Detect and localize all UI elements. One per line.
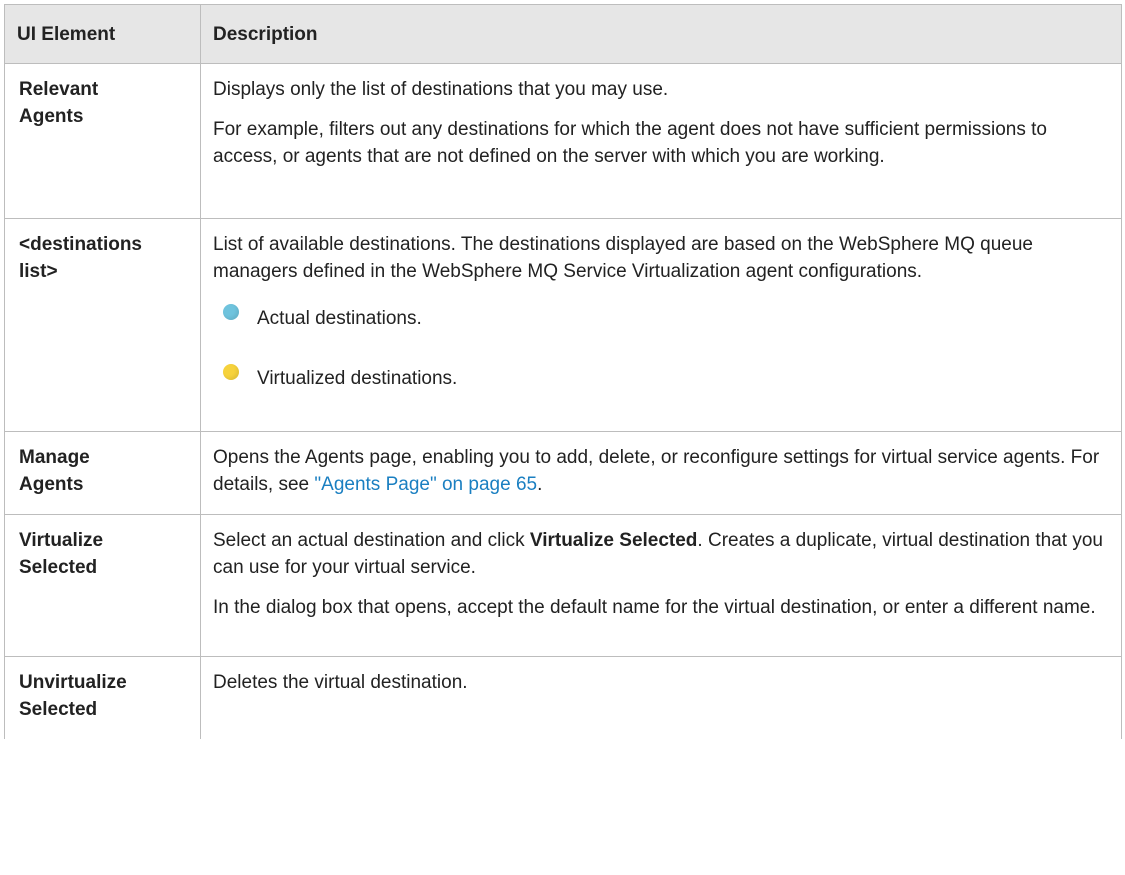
header-ui-element: UI Element [4, 4, 201, 64]
description-text-bold: Virtualize Selected [529, 530, 698, 551]
table-row: <destinations list> List of available de… [4, 218, 1122, 432]
element-name-line: list> [19, 261, 58, 282]
table-row: Manage Agents Opens the Agents page, ena… [4, 431, 1122, 515]
table-row: Unvirtualize Selected Deletes the virtua… [4, 656, 1122, 739]
description-text: Deletes the virtual destination. [213, 672, 468, 693]
element-name-line: Unvirtualize [19, 672, 127, 693]
legend-actual-label: Actual destinations. [257, 307, 422, 329]
description-cell: Select an actual destination and click V… [200, 514, 1122, 657]
yellow-circle-icon [223, 364, 239, 380]
element-name-line: Agents [19, 474, 84, 495]
description-text: List of available destinations. The dest… [213, 234, 1033, 282]
description-cell: List of available destinations. The dest… [200, 218, 1122, 432]
description-text: In the dialog box that opens, accept the… [213, 597, 1096, 618]
description-cell: Deletes the virtual destination. [200, 656, 1122, 739]
table-row: Relevant Agents Displays only the list o… [4, 63, 1122, 219]
element-cell-manage-agents: Manage Agents [4, 431, 201, 515]
description-text: Opens the Agents page, enabling you to a… [213, 444, 1113, 498]
legend-virtual: Virtualized destinations. [223, 363, 1113, 393]
blue-circle-icon [223, 304, 239, 320]
element-name-line: Manage [19, 447, 90, 468]
description-text: For example, filters out any destination… [213, 119, 1047, 167]
description-text-part: Select an actual destination and click [213, 530, 530, 551]
legend-actual: Actual destinations. [223, 303, 1113, 333]
description-text: Displays only the list of destinations t… [213, 79, 669, 100]
table-header-row: UI Element Description [4, 4, 1122, 64]
description-text-part: . [537, 474, 543, 495]
element-name-line: <destinations [19, 234, 142, 255]
element-name-line: Selected [19, 699, 98, 720]
description-cell: Displays only the list of destinations t… [200, 63, 1122, 219]
element-cell-unvirtualize-selected: Unvirtualize Selected [4, 656, 201, 739]
element-name-line: Selected [19, 557, 98, 578]
element-cell-relevant-agents: Relevant Agents [4, 63, 201, 219]
description-cell: Opens the Agents page, enabling you to a… [200, 431, 1122, 515]
element-cell-virtualize-selected: Virtualize Selected [4, 514, 201, 657]
header-description: Description [200, 4, 1122, 64]
element-name-line: Relevant [19, 79, 99, 100]
element-cell-destinations-list: <destinations list> [4, 218, 201, 432]
description-text: Select an actual destination and click V… [213, 527, 1113, 581]
agents-page-link[interactable]: "Agents Page" on page 65 [314, 474, 537, 495]
element-name-line: Agents [19, 106, 84, 127]
element-name-line: Virtualize [19, 530, 104, 551]
ui-element-table: UI Element Description Relevant Agents D… [4, 4, 1122, 739]
legend-virtual-label: Virtualized destinations. [257, 367, 458, 389]
table-row: Virtualize Selected Select an actual des… [4, 514, 1122, 657]
